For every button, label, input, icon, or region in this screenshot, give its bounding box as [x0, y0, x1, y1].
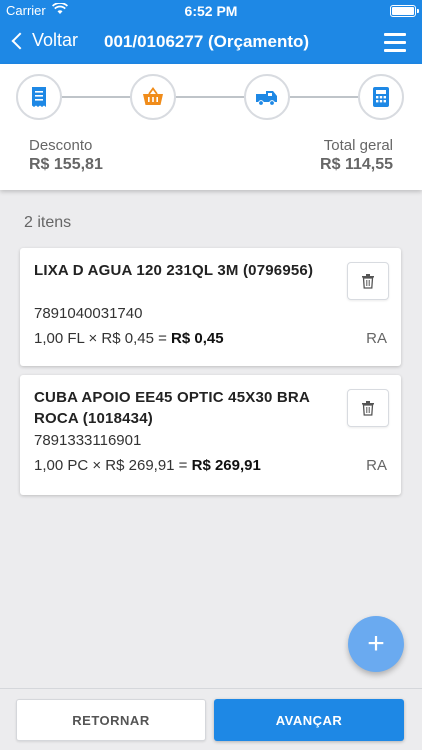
- calculator-icon: [373, 87, 389, 107]
- steps-connector: [60, 96, 370, 98]
- chevron-left-icon: [11, 32, 29, 49]
- navigation-bar: Voltar 001/0106277 (Orçamento): [0, 24, 422, 64]
- basket-icon: [143, 86, 163, 105]
- battery-icon: [390, 5, 419, 17]
- item-tag: RA: [366, 330, 387, 347]
- plus-icon: +: [367, 627, 385, 660]
- page-title: 001/0106277 (Orçamento): [104, 32, 310, 51]
- list-item[interactable]: CUBA APOIO EE45 OPTIC 45X30 BRA ROCA (10…: [20, 375, 401, 495]
- delivery-truck-icon: [256, 91, 277, 106]
- item-barcode: 7891040031740: [34, 305, 143, 322]
- trash-icon: [362, 274, 374, 289]
- item-barcode: 7891333116901: [34, 432, 142, 449]
- item-tag: RA: [366, 457, 387, 474]
- bottom-action-bar: RETORNAR AVANÇAR: [0, 688, 422, 750]
- add-item-button[interactable]: +: [348, 616, 404, 672]
- item-name: CUBA APOIO EE45 OPTIC 45X30 BRA ROCA (10…: [34, 389, 310, 427]
- total-label: Total geral: [323, 137, 393, 154]
- discount-label: Desconto: [29, 137, 93, 154]
- step-delivery[interactable]: [244, 74, 290, 120]
- trash-icon: [362, 401, 374, 416]
- items-count: 2 itens: [24, 214, 72, 231]
- return-button[interactable]: RETORNAR: [16, 699, 206, 741]
- step-receipt[interactable]: [16, 74, 62, 120]
- menu-icon[interactable]: [384, 33, 406, 53]
- clock: 6:52 PM: [184, 3, 238, 19]
- checkout-steps-panel: Desconto R$ 155,81 Total geral R$ 114,55: [0, 64, 422, 190]
- status-bar: Carrier 6:52 PM: [0, 0, 422, 22]
- receipt-icon: [32, 87, 46, 107]
- back-button[interactable]: Voltar: [8, 30, 78, 51]
- discount-value: R$ 155,81: [29, 156, 103, 173]
- item-price-calc: 1,00 PC × R$ 269,91 = R$ 269,91: [34, 457, 261, 474]
- step-basket[interactable]: [130, 74, 176, 120]
- delete-item-button[interactable]: [347, 389, 389, 427]
- item-total: R$ 0,45: [171, 330, 224, 347]
- advance-button[interactable]: AVANÇAR: [214, 699, 404, 741]
- list-item[interactable]: LIXA D AGUA 120 231QL 3M (0796956) 78910…: [20, 248, 401, 366]
- step-calculator[interactable]: [358, 74, 404, 120]
- item-price-calc: 1,00 FL × R$ 0,45 = R$ 0,45: [34, 330, 224, 347]
- top-bar: Carrier 6:52 PM Voltar 001/0106277 (Orça…: [0, 0, 422, 64]
- back-label: Voltar: [32, 30, 79, 50]
- item-total: R$ 269,91: [191, 457, 261, 474]
- item-name: LIXA D AGUA 120 231QL 3M (0796956): [34, 262, 314, 279]
- total-value: R$ 114,55: [320, 156, 393, 173]
- delete-item-button[interactable]: [347, 262, 389, 300]
